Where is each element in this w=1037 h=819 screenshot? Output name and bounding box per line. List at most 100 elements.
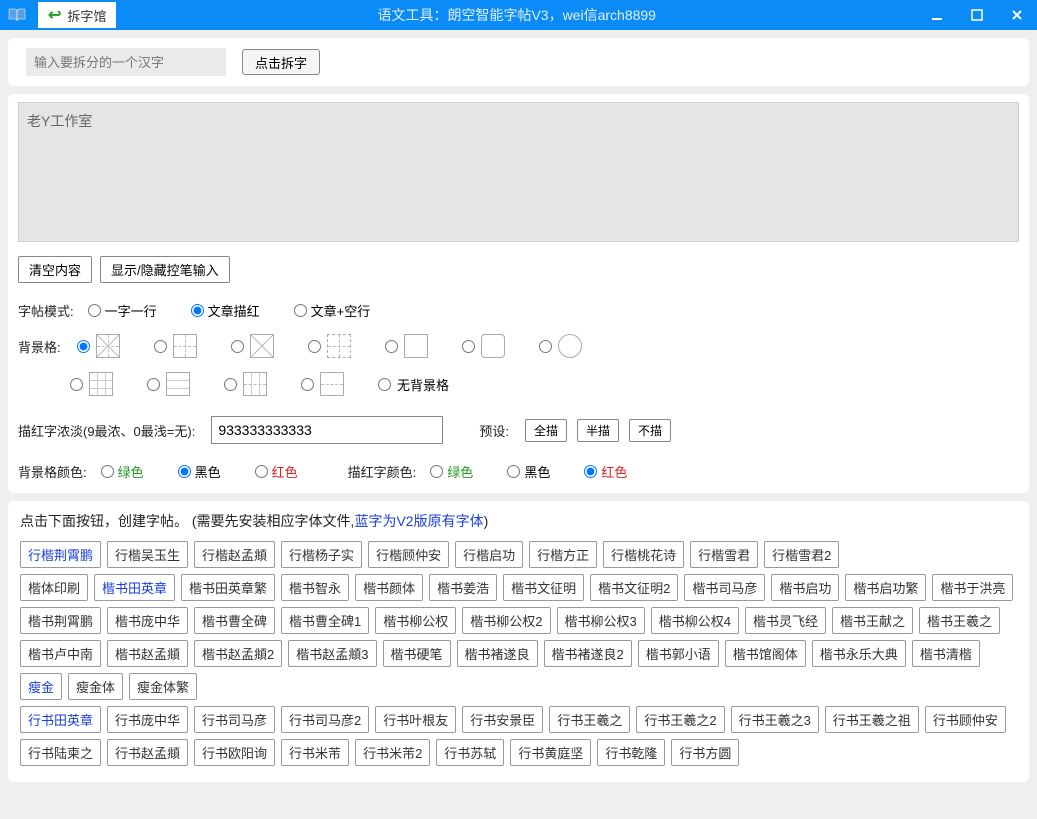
font-button[interactable]: 楷书柳公权4 [651,607,739,634]
grid-opt-2[interactable] [231,334,274,358]
font-button[interactable]: 楷书姜浩 [429,574,497,601]
grid-opt-1[interactable] [154,334,197,358]
font-button[interactable]: 楷体印刷 [20,574,88,601]
font-button[interactable]: 楷书柳公权2 [462,607,550,634]
font-button[interactable]: 行书顾仲安 [925,706,1006,733]
font-button[interactable]: 行楷吴玉生 [107,541,188,568]
font-button[interactable]: 行书米芾 [281,739,349,766]
font-button[interactable]: 行书方圆 [671,739,739,766]
font-button[interactable]: 瘦金体 [68,673,123,700]
font-button[interactable]: 行书王羲之祖 [825,706,919,733]
grid-opt-6[interactable] [539,334,582,358]
font-button[interactable]: 楷书灵飞经 [745,607,826,634]
font-button[interactable]: 行书王羲之2 [636,706,724,733]
font-button[interactable]: 行书欧阳询 [194,739,275,766]
font-button[interactable]: 楷书柳公权 [375,607,456,634]
font-button[interactable]: 行楷桃花诗 [603,541,684,568]
font-button[interactable]: 行书黄庭坚 [510,739,591,766]
font-button[interactable]: 行楷赵孟頫 [194,541,275,568]
grid-opt-nobg[interactable]: 无背景格 [378,375,449,394]
font-button[interactable]: 行书陆柬之 [20,739,101,766]
font-button[interactable]: 行书王羲之3 [731,706,819,733]
font-button[interactable]: 行书苏轼 [436,739,504,766]
font-button[interactable]: 行书田英章 [20,706,101,733]
bgcolor-black[interactable]: 黑色 [178,462,221,481]
font-button[interactable]: 楷书卢中南 [20,640,101,667]
font-button[interactable]: 楷书清楷 [912,640,980,667]
font-button[interactable]: 楷书馆阁体 [725,640,806,667]
grid-opt-0[interactable] [77,334,120,358]
font-button[interactable]: 瘦金 [20,673,62,700]
clear-content-button[interactable]: 清空内容 [18,256,92,283]
font-button[interactable]: 楷书文征明2 [590,574,678,601]
font-button[interactable]: 楷书司马彦 [684,574,765,601]
font-button[interactable]: 瘦金体繁 [129,673,197,700]
font-button[interactable]: 行书米芾2 [355,739,430,766]
font-button[interactable]: 楷书褚遂良 [457,640,538,667]
font-button[interactable]: 楷书荆霄鹏 [20,607,101,634]
mode-radio-0[interactable]: 一字一行 [88,301,157,320]
font-button[interactable]: 行书乾隆 [597,739,665,766]
font-button[interactable]: 楷书智永 [281,574,349,601]
font-button[interactable]: 楷书曹全碑1 [281,607,369,634]
close-button[interactable] [997,0,1037,30]
font-button[interactable]: 楷书赵孟頫 [107,640,188,667]
grid-opt-5[interactable] [462,334,505,358]
content-textarea[interactable]: 老Y工作室 [18,102,1019,242]
font-button[interactable]: 楷书启功 [771,574,839,601]
font-button[interactable]: 楷书颜体 [355,574,423,601]
redcolor-black[interactable]: 黑色 [507,462,550,481]
font-button[interactable]: 楷书赵孟頫3 [288,640,376,667]
font-button[interactable]: 行楷雪君 [690,541,758,568]
grid-opt-10[interactable] [301,372,344,396]
preset-half-button[interactable]: 半描 [577,419,619,442]
mode-radio-1[interactable]: 文章描红 [191,301,260,320]
font-button[interactable]: 行楷顾仲安 [368,541,449,568]
font-button[interactable]: 楷书褚遂良2 [544,640,632,667]
font-button[interactable]: 楷书赵孟頫2 [194,640,282,667]
toggle-pen-button[interactable]: 显示/隐藏控笔输入 [100,256,230,283]
font-button[interactable]: 行楷杨子实 [281,541,362,568]
density-input[interactable] [211,416,443,444]
font-button[interactable]: 行书赵孟頫 [107,739,188,766]
font-button[interactable]: 行楷荆霄鹏 [20,541,101,568]
mode-radio-2[interactable]: 文章+空行 [294,301,371,320]
font-button[interactable]: 行楷启功 [455,541,523,568]
minimize-button[interactable] [917,0,957,30]
grid-opt-4[interactable] [385,334,428,358]
font-button[interactable]: 楷书柳公权3 [557,607,645,634]
font-button[interactable]: 行书王羲之 [549,706,630,733]
font-button[interactable]: 行书庞中华 [107,706,188,733]
font-button[interactable]: 楷书启功繁 [845,574,926,601]
redcolor-green[interactable]: 绿色 [430,462,473,481]
font-button[interactable]: 楷书王羲之 [919,607,1000,634]
font-button[interactable]: 行楷方正 [529,541,597,568]
tab-split-char[interactable]: ↩ 拆字馆 [38,2,116,28]
grid-opt-9[interactable] [224,372,267,396]
redcolor-red[interactable]: 红色 [584,462,627,481]
preset-none-button[interactable]: 不描 [629,419,671,442]
grid-opt-8[interactable] [147,372,190,396]
bgcolor-green[interactable]: 绿色 [101,462,144,481]
font-button[interactable]: 行书司马彦2 [281,706,369,733]
font-button[interactable]: 行书安景臣 [462,706,543,733]
font-button[interactable]: 楷书王献之 [832,607,913,634]
split-char-button[interactable]: 点击拆字 [242,49,320,75]
preset-full-button[interactable]: 全描 [525,419,567,442]
font-button[interactable]: 楷书永乐大典 [812,640,906,667]
maximize-button[interactable] [957,0,997,30]
font-button[interactable]: 楷书郭小语 [638,640,719,667]
grid-opt-7[interactable] [70,372,113,396]
font-button[interactable]: 楷书硬笔 [383,640,451,667]
font-button[interactable]: 楷书曹全碑 [194,607,275,634]
font-button[interactable]: 楷书文征明 [503,574,584,601]
app-body[interactable]: 点击拆字 老Y工作室 清空内容 显示/隐藏控笔输入 字帖模式: 一字一行 文章描… [0,30,1037,819]
grid-opt-3[interactable] [308,334,351,358]
split-char-input[interactable] [26,48,226,76]
font-button[interactable]: 楷书庞中华 [107,607,188,634]
font-button[interactable]: 楷书于洪亮 [932,574,1013,601]
font-button[interactable]: 楷书田英章繁 [181,574,275,601]
font-button[interactable]: 楷书田英章 [94,574,175,601]
font-button[interactable]: 行书叶根友 [375,706,456,733]
bgcolor-red[interactable]: 红色 [255,462,298,481]
